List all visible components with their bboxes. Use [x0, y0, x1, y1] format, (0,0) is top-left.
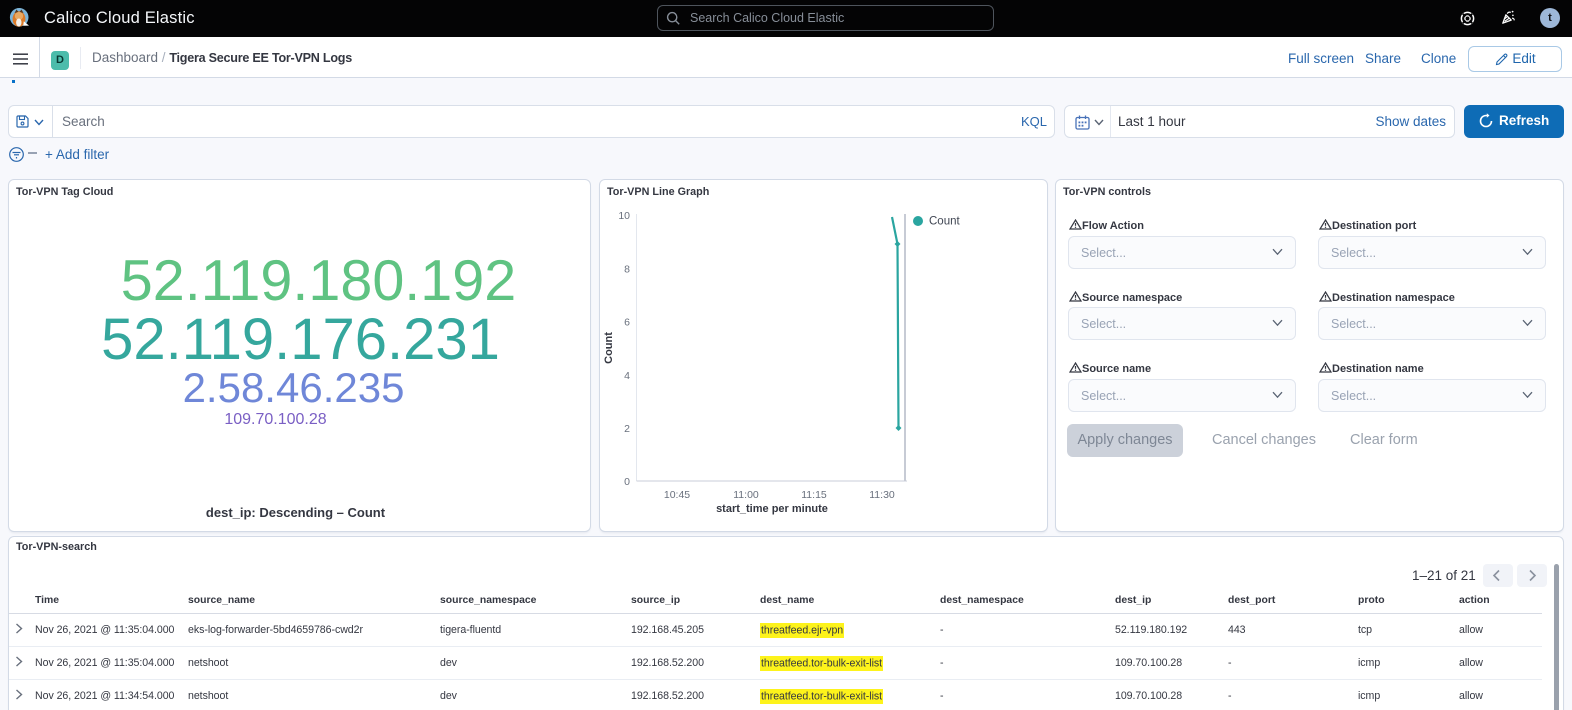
svg-text:8: 8 — [624, 263, 630, 275]
svg-text:11:00: 11:00 — [733, 489, 759, 501]
svg-text:start_time per minute: start_time per minute — [716, 503, 828, 515]
svg-text:Count: Count — [603, 332, 615, 364]
svg-text:11:15: 11:15 — [801, 489, 827, 501]
svg-text:10: 10 — [618, 210, 630, 222]
svg-text:11:30: 11:30 — [869, 489, 895, 501]
svg-text:0: 0 — [624, 476, 630, 488]
svg-text:Count: Count — [929, 216, 960, 228]
svg-text:6: 6 — [624, 317, 630, 329]
svg-text:4: 4 — [624, 370, 630, 382]
svg-text:2: 2 — [624, 423, 630, 435]
svg-text:10:45: 10:45 — [664, 489, 690, 501]
